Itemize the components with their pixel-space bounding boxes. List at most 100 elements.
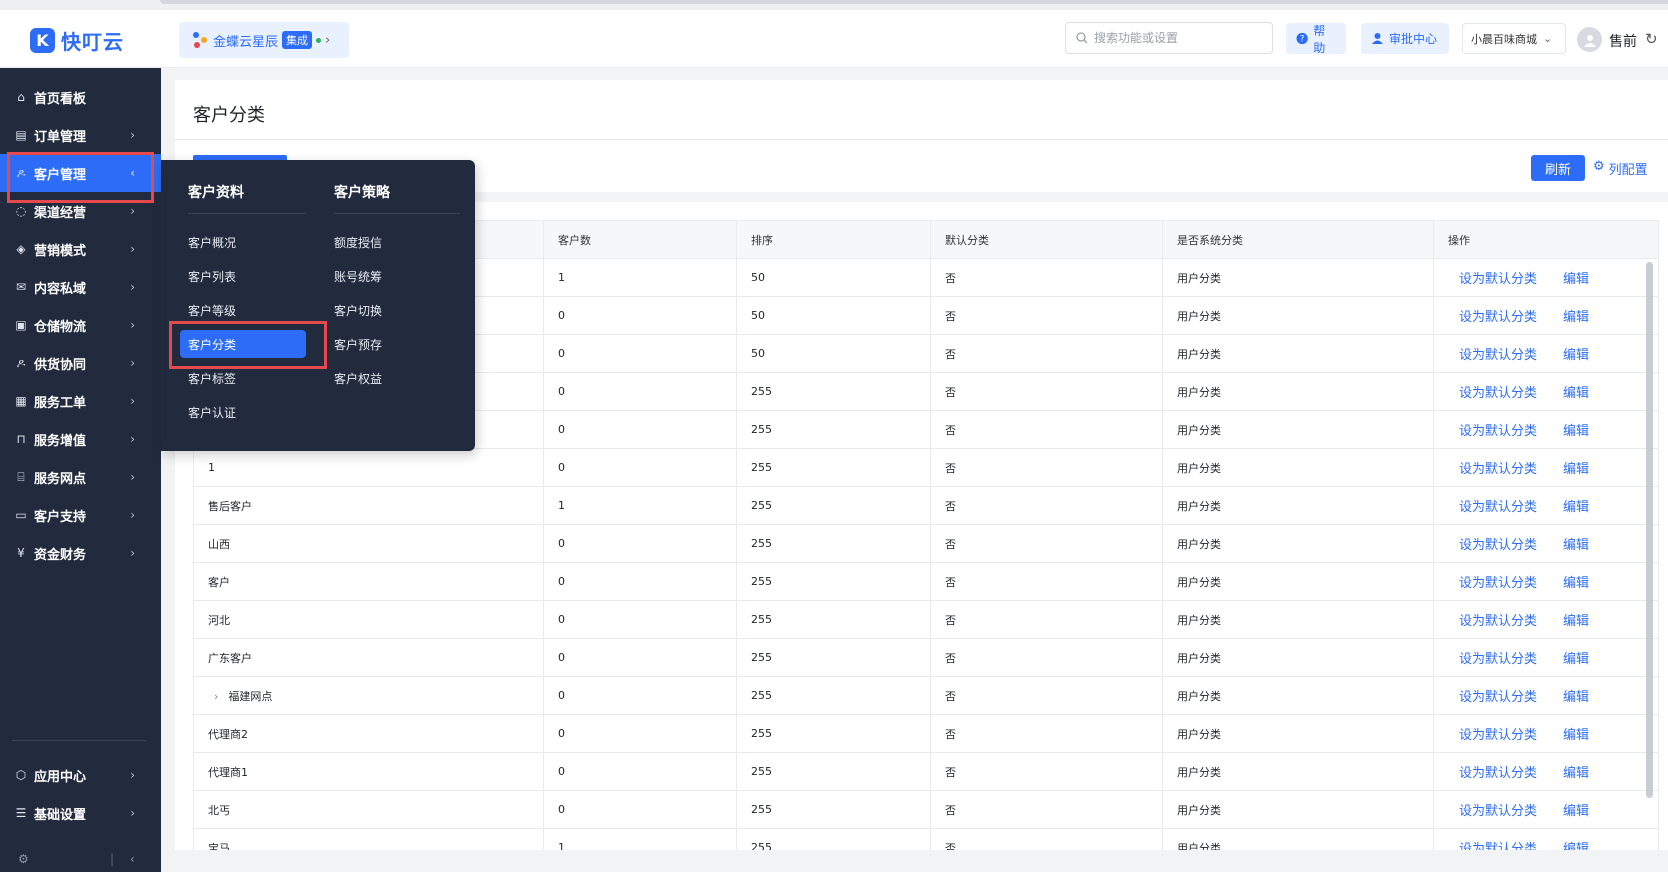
table-row: 代理商2 0 255 否用户分类 设为默认分类 编辑 [193,714,1659,753]
refresh-button[interactable]: 刷新 [1531,155,1585,181]
vertical-scrollbar[interactable] [1646,262,1653,798]
cell-actions: 设为默认分类 编辑 [1433,600,1659,639]
set-default-link[interactable]: 设为默认分类 [1459,728,1537,743]
set-default-link[interactable]: 设为默认分类 [1459,538,1537,553]
set-default-link[interactable]: 设为默认分类 [1459,842,1537,850]
edit-link[interactable]: 编辑 [1563,424,1589,439]
submenu-item-customer-benefits[interactable]: 客户权益 [326,364,382,392]
submenu-item-credit-limit[interactable]: 额度授信 [326,228,382,256]
submenu-item-customer-prepaid[interactable]: 客户预存 [326,330,382,358]
sidebar-item-app-center[interactable]: ⬡ 应用中心 › [0,756,161,794]
gear-icon[interactable]: ⚙ [18,852,29,866]
set-default-link[interactable]: 设为默认分类 [1459,272,1537,287]
sidebar-item-support[interactable]: ▭ 客户支持 › [0,496,161,534]
sidebar-item-tickets[interactable]: ▦ 服务工单 › [0,382,161,420]
sidebar-item-channel[interactable]: ◌ 渠道经营 › [0,192,161,230]
set-default-link[interactable]: 设为默认分类 [1459,576,1537,591]
set-default-link[interactable]: 设为默认分类 [1459,766,1537,781]
search-box[interactable] [1065,22,1273,54]
sidebar-item-marketing[interactable]: ◈ 营销模式 › [0,230,161,268]
edit-link[interactable]: 编辑 [1563,728,1589,743]
submenu-item-account-coordination[interactable]: 账号统筹 [326,262,382,290]
sidebar-item-orders[interactable]: ▤ 订单管理 › [0,116,161,154]
set-default-link[interactable]: 设为默认分类 [1459,386,1537,401]
sidebar-item-outlets[interactable]: ⌸ 服务网点 › [0,458,161,496]
cell-order: 255 [736,600,931,639]
cell-order: 255 [736,524,931,563]
submenu-item-customer-list[interactable]: 客户列表 [180,262,236,290]
avatar[interactable] [1577,27,1602,52]
sidebar-item-warehouse[interactable]: ▣ 仓储物流 › [0,306,161,344]
submenu-item-customer-category[interactable]: 客户分类 [180,330,306,358]
submenu-item-customer-overview[interactable]: 客户概况 [180,228,236,256]
set-default-link[interactable]: 设为默认分类 [1459,500,1537,515]
set-default-link[interactable]: 设为默认分类 [1459,310,1537,325]
chevron-right-icon: › [130,768,135,782]
user-name[interactable]: 售前 [1609,31,1637,51]
submenu-item-customer-level[interactable]: 客户等级 [180,296,236,324]
sidebar-item-value-added[interactable]: ⊓ 服务增值 › [0,420,161,458]
cell-count: 0 [543,714,737,753]
sidebar-item-finance[interactable]: ¥ 资金财务 › [0,534,161,572]
sidebar-item-customers[interactable]: ዶ 客户管理 ‹ [0,154,161,192]
sidebar-divider [12,740,146,741]
sidebar-item-label: 供货协同 [34,357,87,373]
sidebar-item-content[interactable]: ✉ 内容私域 › [0,268,161,306]
search-input[interactable] [1094,31,1254,45]
edit-link[interactable]: 编辑 [1563,842,1589,850]
cell-actions: 设为默认分类 编辑 [1433,524,1659,563]
edit-link[interactable]: 编辑 [1563,310,1589,325]
cell-actions: 设为默认分类 编辑 [1433,714,1659,753]
edit-link[interactable]: 编辑 [1563,386,1589,401]
edit-link[interactable]: 编辑 [1563,614,1589,629]
cell-system: 用户分类 [1162,410,1434,449]
set-default-link[interactable]: 设为默认分类 [1459,348,1537,363]
submenu-item-customer-switch[interactable]: 客户切换 [326,296,382,324]
submenu-item-customer-verification[interactable]: 客户认证 [180,398,236,426]
edit-link[interactable]: 编辑 [1563,462,1589,477]
set-default-link[interactable]: 设为默认分类 [1459,690,1537,705]
store-select[interactable]: 小晨百味商城 ⌄ [1462,23,1566,54]
status-dot-icon [316,37,322,43]
edit-link[interactable]: 编辑 [1563,500,1589,515]
edit-link[interactable]: 编辑 [1563,272,1589,287]
cell-actions: 设为默认分类 编辑 [1433,296,1659,335]
column-config-button[interactable]: ⚙ 列配置 [1593,159,1648,178]
expand-row-icon[interactable]: › [214,690,218,703]
approval-center-button[interactable]: 审批中心 [1361,23,1449,54]
sidebar-item-label: 基础设置 [34,807,87,823]
edit-link[interactable]: 编辑 [1563,766,1589,781]
set-default-link[interactable]: 设为默认分类 [1459,614,1537,629]
edit-link[interactable]: 编辑 [1563,538,1589,553]
column-header-system: 是否系统分类 [1162,220,1434,259]
edit-link[interactable]: 编辑 [1563,690,1589,705]
refresh-icon[interactable]: ↻ [1645,30,1658,48]
category-name: 山西 [208,537,230,551]
set-default-link[interactable]: 设为默认分类 [1459,652,1537,667]
app-logo[interactable]: K 快叮云 [30,26,124,55]
cell-system: 用户分类 [1162,448,1434,487]
sidebar-item-settings[interactable]: ☰ 基础设置 › [0,794,161,832]
set-default-link[interactable]: 设为默认分类 [1459,462,1537,477]
sidebar-item-supply[interactable]: ዶ 供货协同 › [0,344,161,382]
table-row: 代理商1 0 255 否用户分类 设为默认分类 编辑 [193,752,1659,791]
sidebar-item-dashboard[interactable]: ⌂ 首页看板 [0,78,161,116]
collapse-sidebar-icon[interactable]: ‹ [130,852,135,866]
cell-system: 用户分类 [1162,752,1434,791]
edit-link[interactable]: 编辑 [1563,576,1589,591]
submenu-item-customer-tags[interactable]: 客户标签 [180,364,236,392]
cell-system: 用户分类 [1162,828,1434,850]
set-default-link[interactable]: 设为默认分类 [1459,424,1537,439]
browser-top-strip [0,0,1668,10]
edit-link[interactable]: 编辑 [1563,804,1589,819]
integration-chip[interactable]: 金蝶云星辰 集成 › [179,22,349,58]
cell-order: 50 [736,334,931,373]
sidebar-item-label: 仓储物流 [34,319,87,335]
cell-default: 否 [930,828,1163,850]
edit-link[interactable]: 编辑 [1563,348,1589,363]
set-default-link[interactable]: 设为默认分类 [1459,804,1537,819]
edit-link[interactable]: 编辑 [1563,652,1589,667]
cell-default: 否 [930,562,1163,601]
help-button[interactable]: ? 帮助 [1286,23,1346,55]
cell-system: 用户分类 [1162,600,1434,639]
